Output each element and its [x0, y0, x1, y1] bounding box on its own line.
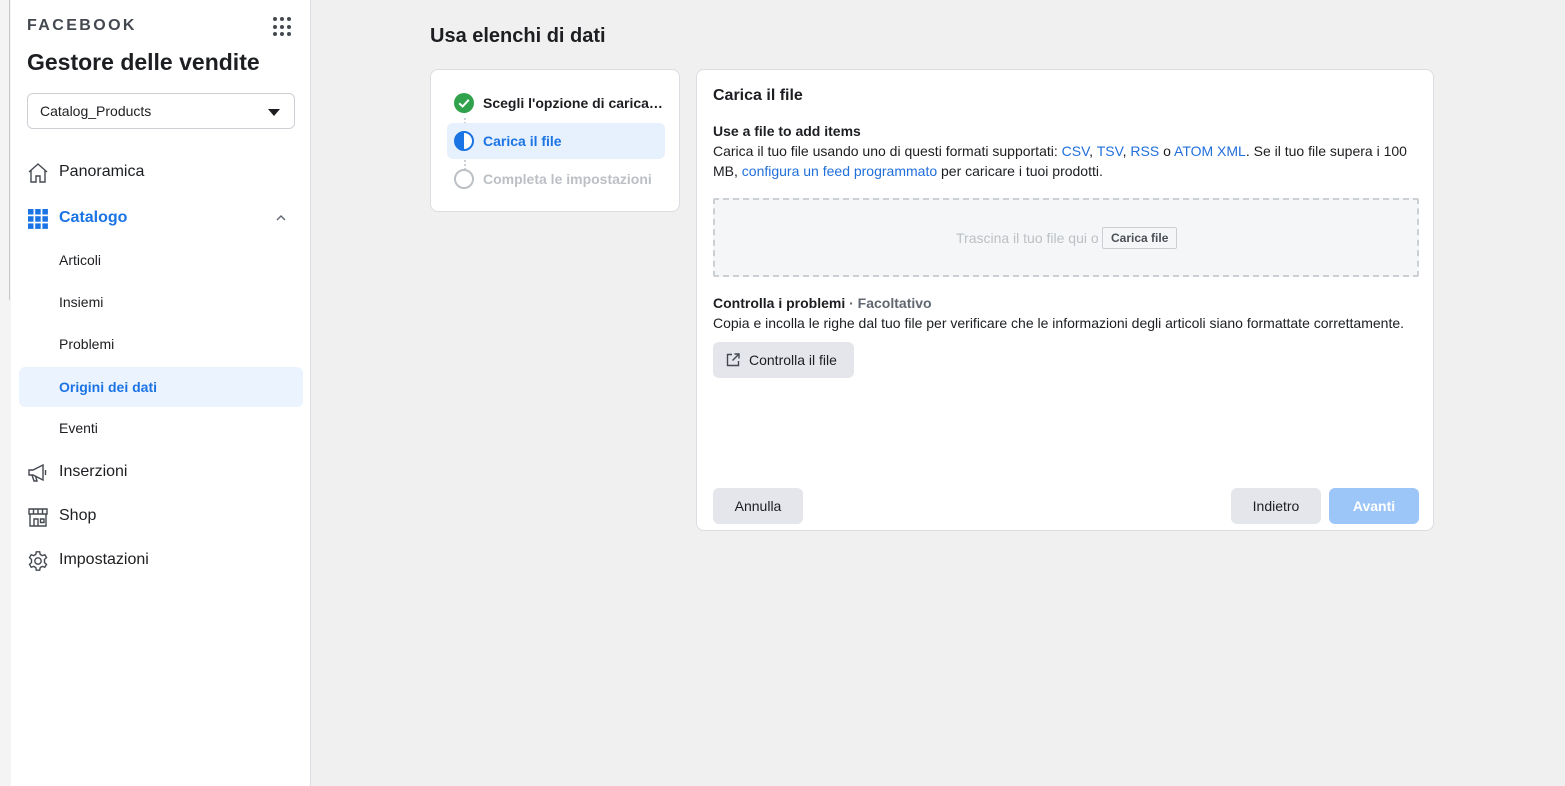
next-button[interactable]: Avanti [1329, 488, 1419, 524]
step-label: Completa le impostazioni [483, 171, 652, 187]
window-edge-notch [0, 0, 10, 300]
check-issues-heading: Controlla i problemi · Facoltativo [713, 295, 932, 311]
format-link-tsv[interactable]: TSV [1097, 143, 1123, 159]
nav-label: Impostazioni [59, 551, 149, 568]
catalog-select-value: Catalog_Products [40, 103, 152, 119]
sidebar-item-label: Problemi [59, 336, 115, 352]
check-heading-text: Controlla i problemi [713, 295, 846, 311]
upload-description: Carica il tuo file usando uno di questi … [713, 141, 1413, 181]
external-link-icon [726, 353, 740, 367]
nav-label: Inserzioni [59, 463, 128, 480]
format-link-csv[interactable]: CSV [1062, 143, 1090, 159]
nav-item-inserzioni[interactable]: Inserzioni [19, 452, 303, 492]
sidebar-item-eventi[interactable]: Eventi [19, 408, 303, 448]
separator-text: , [1089, 143, 1097, 159]
back-button[interactable]: Indietro [1231, 488, 1321, 524]
upload-file-button[interactable]: Carica file [1102, 227, 1178, 249]
sidebar-item-insiemi[interactable]: Insiemi [19, 282, 303, 322]
check-circle-icon [454, 93, 474, 113]
sidebar-item-label: Origini dei dati [59, 379, 158, 395]
brand-logo: FACEBOOK [27, 17, 137, 34]
sidebar: FACEBOOK Gestore delle vendite Catalog_P… [11, 0, 311, 786]
format-link-rss[interactable]: RSS [1130, 143, 1159, 159]
nav-item-shop[interactable]: Shop [19, 496, 303, 536]
caret-down-icon [268, 109, 280, 116]
step-choose-option[interactable]: Scegli l'opzione di carica… [447, 85, 665, 121]
nav-label: Shop [59, 507, 97, 524]
cancel-button[interactable]: Annulla [713, 488, 803, 524]
app-title: Gestore delle vendite [27, 49, 260, 75]
separator-text: o [1159, 143, 1175, 159]
upload-text: per caricare i tuoi prodotti. [937, 163, 1103, 179]
megaphone-icon [28, 463, 47, 482]
nav-label: Panoramica [59, 163, 145, 180]
nav-item-catalogo[interactable]: Catalogo [19, 198, 303, 238]
apps-grid-icon[interactable] [273, 17, 293, 37]
scheduled-feed-link[interactable]: configura un feed programmato [742, 163, 937, 179]
sidebar-item-label: Articoli [59, 252, 102, 268]
format-link-atom-xml[interactable]: ATOM XML [1174, 143, 1246, 159]
shop-icon [28, 508, 48, 527]
nav-item-panoramica[interactable]: Panoramica [19, 152, 303, 192]
card-title: Carica il file [713, 87, 803, 104]
upload-text: Carica il tuo file usando uno di questi … [713, 143, 1062, 159]
check-issues-description: Copia e incolla le righe dal tuo file pe… [713, 315, 1405, 331]
sidebar-item-origini-dei-dati[interactable]: Origini dei dati [19, 367, 303, 407]
page-title: Usa elenchi di dati [430, 25, 606, 47]
empty-circle-icon [454, 169, 474, 189]
upload-heading: Use a file to add items [713, 123, 861, 139]
step-upload-file[interactable]: Carica il file [447, 123, 665, 159]
dropzone-text: Trascina il tuo file qui o [956, 230, 1099, 246]
step-label: Scegli l'opzione di carica… [483, 95, 663, 111]
upload-card: Carica il file Use a file to add items C… [696, 69, 1434, 531]
check-file-button[interactable]: Controlla il file [713, 342, 854, 378]
home-icon [28, 163, 48, 183]
gear-icon [28, 551, 48, 571]
optional-label: · Facoltativo [849, 295, 932, 311]
half-circle-progress-icon [454, 131, 474, 151]
step-complete-settings[interactable]: Completa le impostazioni [447, 161, 665, 197]
steps-card: Scegli l'opzione di carica… Carica il fi… [430, 69, 680, 212]
sidebar-item-label: Eventi [59, 420, 98, 436]
catalog-select[interactable]: Catalog_Products [27, 93, 295, 129]
step-label: Carica il file [483, 133, 562, 149]
nav-label: Catalogo [59, 209, 128, 226]
chevron-up-icon[interactable] [275, 212, 287, 224]
catalog-grid-icon [28, 209, 48, 229]
check-file-label: Controlla il file [749, 352, 837, 368]
sidebar-item-problemi[interactable]: Problemi [19, 324, 303, 364]
sidebar-item-label: Insiemi [59, 294, 104, 310]
sidebar-item-articoli[interactable]: Articoli [19, 240, 303, 280]
nav-item-impostazioni[interactable]: Impostazioni [19, 540, 303, 580]
file-dropzone[interactable]: Trascina il tuo file qui o Carica file [713, 198, 1419, 277]
